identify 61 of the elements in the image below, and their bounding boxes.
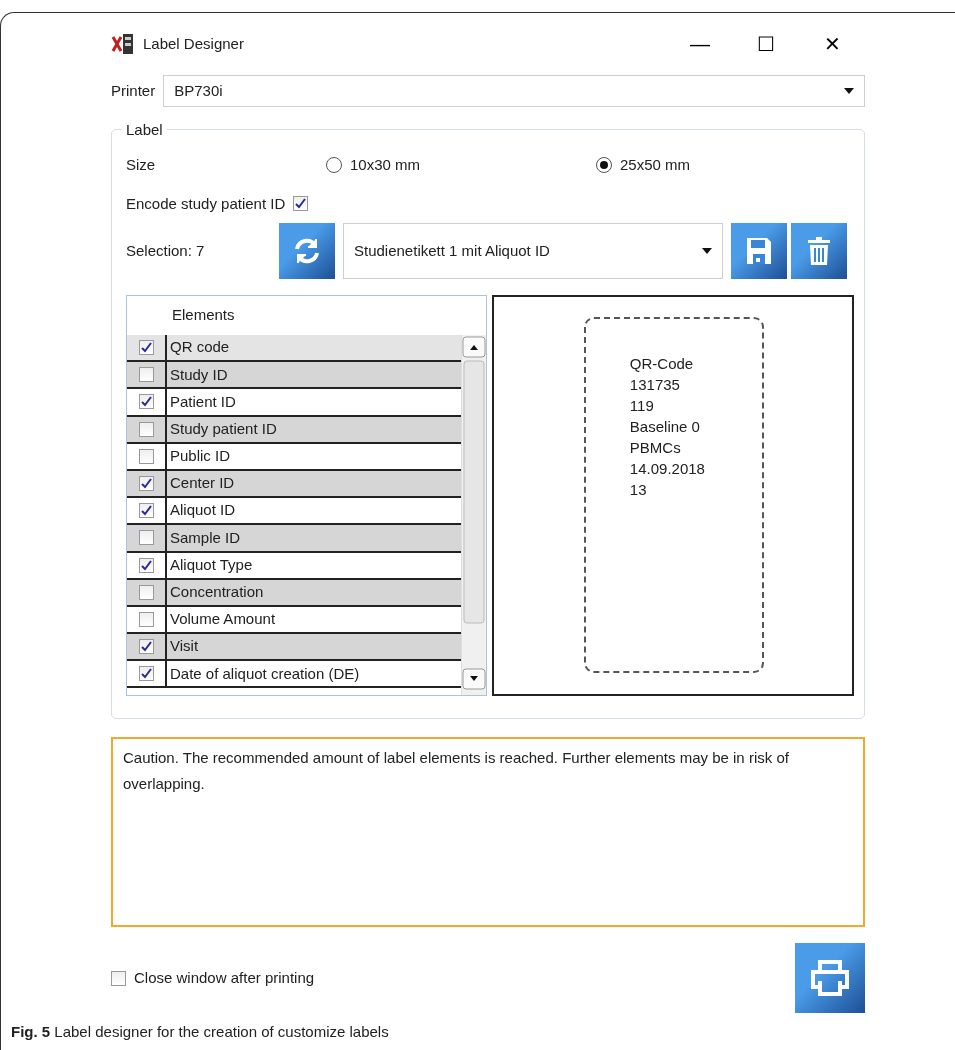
preview-line: 119: [629, 396, 655, 416]
checkbox[interactable]: [138, 639, 154, 655]
selection-count: Selection: 7: [126, 240, 206, 261]
list-row[interactable]: Patient ID: [127, 389, 461, 417]
checkbox[interactable]: [293, 196, 309, 212]
radio-label: 10x30 mm: [350, 155, 421, 175]
radio-label: 25x50 mm: [620, 155, 691, 175]
preview-line: Baseline 0: [629, 417, 701, 437]
refresh-icon: [292, 236, 322, 266]
window-title: Label Designer: [143, 33, 244, 54]
warning-message: Caution. The recommended amount of label elements is reached. Further elements may be in risk of overlapping.: [111, 737, 865, 927]
delete-button[interactable]: [791, 223, 847, 279]
checkbox[interactable]: [138, 394, 154, 410]
list-row[interactable]: Sample ID: [127, 525, 461, 553]
checkbox-label: Close window after printing: [134, 967, 315, 988]
printer-icon: [810, 959, 850, 997]
preview-line: 13: [629, 480, 648, 500]
print-button[interactable]: [795, 943, 865, 1013]
checkbox[interactable]: [138, 503, 154, 519]
list-row[interactable]: Concentration: [127, 579, 461, 607]
list-row[interactable]: Visit: [127, 634, 461, 662]
checkbox[interactable]: [138, 340, 154, 356]
preview-line: PBMCs: [629, 438, 682, 458]
checkbox-label: Encode study patient ID: [126, 193, 286, 214]
app-icon: [111, 33, 135, 55]
list-row[interactable]: Aliquot Type: [127, 552, 461, 580]
minimize-button[interactable]: —: [667, 29, 733, 59]
preview-line: 14.09.2018: [629, 459, 706, 479]
save-button[interactable]: [731, 223, 787, 279]
checkbox[interactable]: [138, 666, 154, 682]
checkbox[interactable]: [138, 611, 154, 627]
list-row[interactable]: Public ID: [127, 443, 461, 471]
list-row[interactable]: Study ID: [127, 362, 461, 390]
preview-line: QR-Code: [629, 354, 695, 374]
list-row[interactable]: QR code: [127, 335, 461, 363]
scrollbar[interactable]: [460, 335, 486, 695]
checkbox[interactable]: [138, 557, 154, 573]
printer-dropdown[interactable]: BP730i: [163, 75, 865, 107]
field-label: Printer: [111, 80, 156, 101]
maximize-button[interactable]: ☐: [733, 29, 799, 59]
template-dropdown[interactable]: Studienetikett 1 mit Aliquot ID: [343, 223, 723, 279]
list-row[interactable]: Date of aliquot creation (DE): [127, 661, 461, 689]
checkbox[interactable]: [138, 448, 154, 464]
checkbox[interactable]: [138, 584, 154, 600]
preview-line: 131735: [629, 375, 681, 395]
list-row[interactable]: Volume Amount: [127, 606, 461, 635]
refresh-button[interactable]: [279, 223, 335, 279]
list-row[interactable]: Aliquot ID: [127, 498, 461, 526]
list-row[interactable]: Study patient ID: [127, 416, 461, 444]
save-icon: [746, 237, 772, 265]
checkbox[interactable]: [138, 421, 154, 437]
list-row[interactable]: Center ID: [127, 470, 461, 499]
figure-caption: Fig. 5 Label designer for the creation of customize labels: [10, 1022, 389, 1042]
close-button[interactable]: ✕: [799, 29, 865, 59]
checkbox[interactable]: [138, 530, 154, 546]
checkbox[interactable]: [138, 476, 154, 492]
field-label: Size: [126, 155, 157, 175]
checkbox[interactable]: [138, 367, 154, 383]
checkbox[interactable]: [111, 970, 126, 986]
trash-icon: [808, 237, 830, 265]
column-header: Elements: [172, 305, 235, 326]
